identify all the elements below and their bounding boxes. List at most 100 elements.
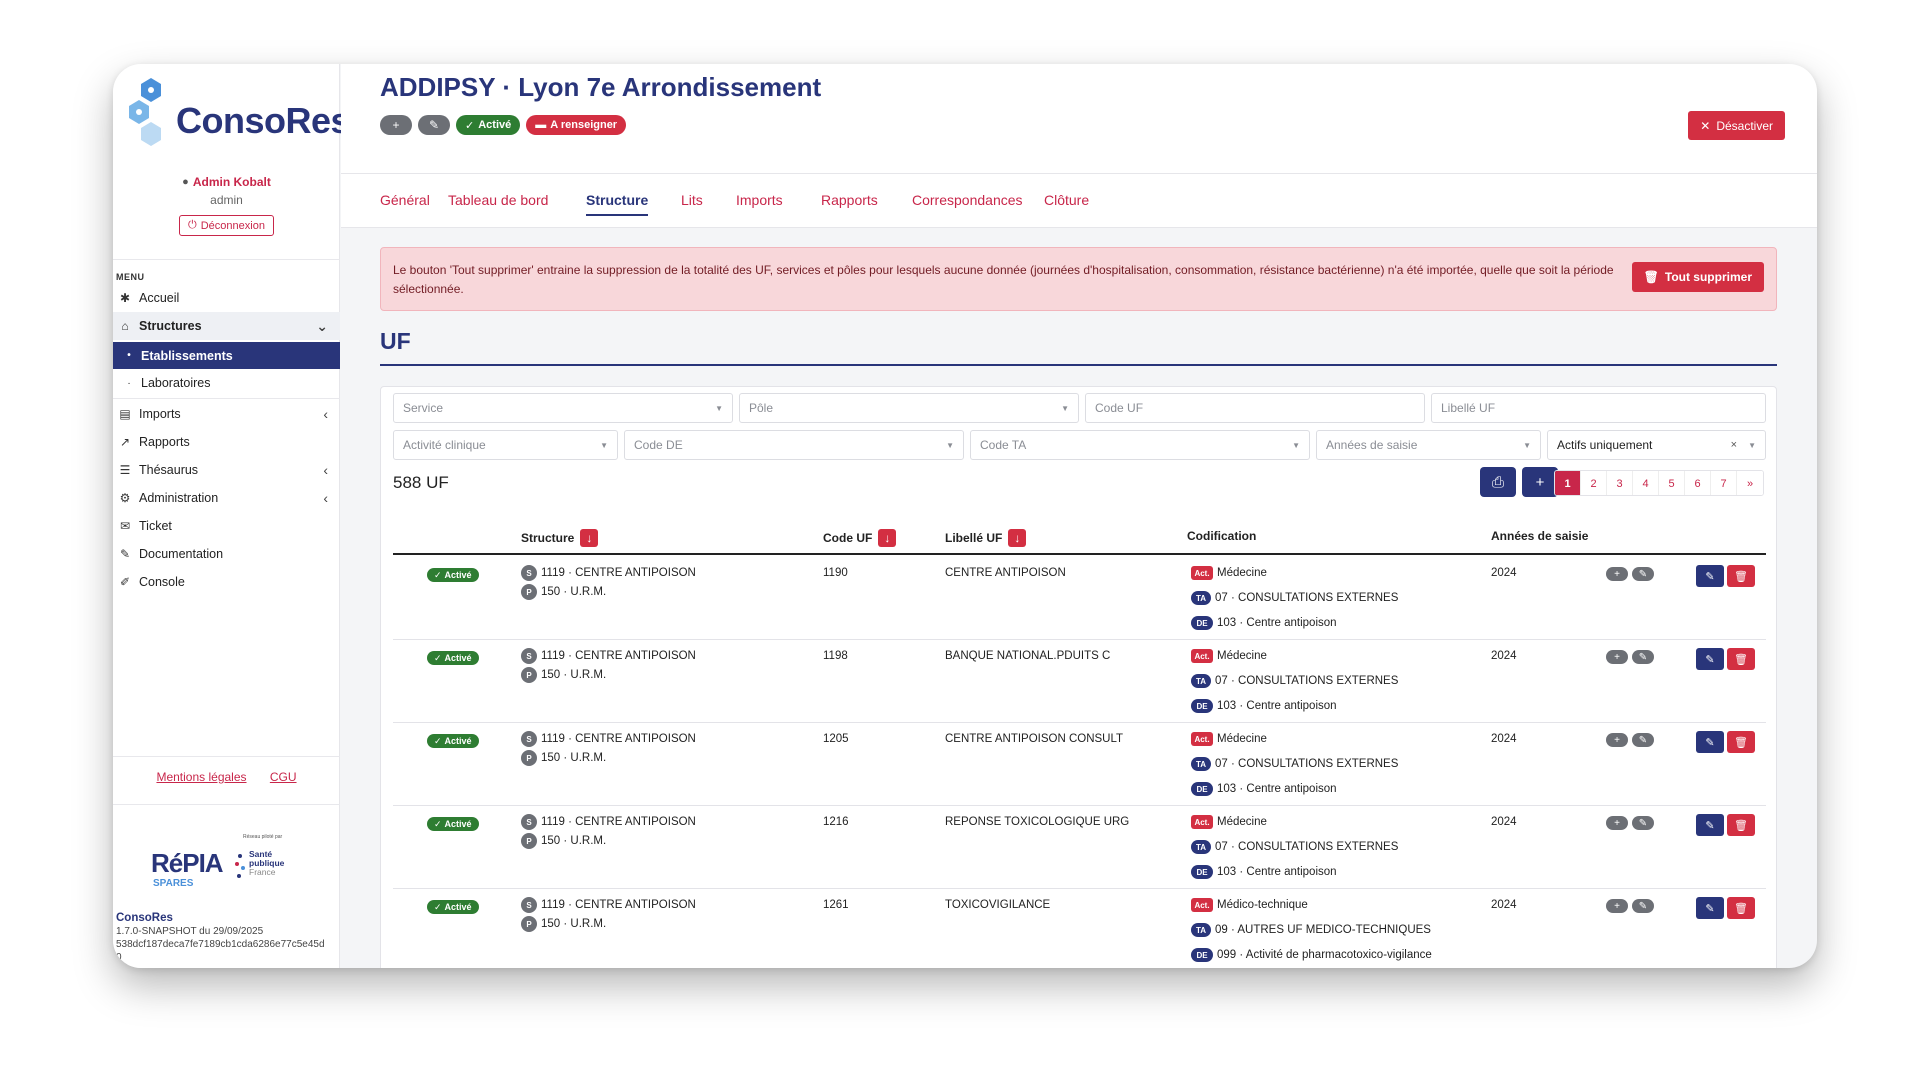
pencil-icon[interactable]: ✎ [1632, 650, 1654, 664]
sidebar-item-documentation[interactable]: ✎ Documentation [113, 540, 340, 568]
dots-logo-icon [235, 852, 245, 882]
tab-cloture[interactable]: Clôture [1044, 192, 1089, 208]
pencil-icon[interactable]: ✎ [1632, 816, 1654, 830]
sidebar-item-laboratoires[interactable]: · Laboratoires [113, 369, 340, 397]
plus-icon[interactable]: + [1606, 567, 1628, 581]
pencil-icon[interactable]: ✎ [1632, 899, 1654, 913]
sort-down-icon[interactable]: ↓ [580, 529, 599, 547]
sidebar-item-console[interactable]: ✐ Console [113, 568, 340, 596]
add-uf-button[interactable]: + [1522, 467, 1558, 497]
pagination: 1 2 3 4 5 6 7 » [1554, 470, 1764, 496]
edit-button[interactable]: ✎ [1696, 814, 1724, 836]
page-button[interactable]: 2 [1581, 471, 1607, 495]
tab-lits[interactable]: Lits [681, 192, 703, 208]
sidebar-item-thesaurus[interactable]: ☰ Thésaurus ‹ [113, 456, 340, 484]
pencil-icon[interactable]: ✎ [1632, 567, 1654, 581]
deactivate-button[interactable]: ✕ Désactiver [1688, 111, 1785, 140]
consores-logo[interactable]: ConsoRes [127, 70, 351, 170]
chevron-left-icon: ‹ [323, 462, 328, 478]
sort-down-icon[interactable]: ↓ [1008, 529, 1027, 547]
tab-correspondances[interactable]: Correspondances [912, 192, 1023, 208]
plus-icon[interactable]: + [380, 115, 412, 135]
tab-general[interactable]: Général [380, 192, 430, 208]
delete-button[interactable]: 🗑 [1727, 648, 1755, 670]
edit-button[interactable]: ✎ [1696, 897, 1724, 919]
pencil-icon[interactable]: ✎ [418, 115, 450, 135]
tab-rapports[interactable]: Rapports [821, 192, 878, 208]
act-tag: Act. [1191, 566, 1213, 580]
delete-all-button[interactable]: 🗑 Tout supprimer [1631, 262, 1764, 292]
tab-imports[interactable]: Imports [736, 192, 783, 208]
sidebar-item-structures[interactable]: ⌂ Structures ⌄ [113, 312, 340, 340]
libelle-uf-cell: CENTRE ANTIPOISON CONSULT [945, 733, 1124, 745]
status-label: Activé [444, 902, 472, 912]
pencil-icon[interactable]: ✎ [1632, 733, 1654, 747]
page-button[interactable]: 7 [1711, 471, 1737, 495]
cgu-link[interactable]: CGU [270, 770, 297, 784]
page-button[interactable]: 3 [1607, 471, 1633, 495]
alert-text: Le bouton 'Tout supprimer' entraine la s… [393, 263, 1614, 296]
wrench-icon: ✐ [119, 575, 131, 589]
sidebar-item-label: Documentation [139, 547, 224, 561]
annee-cell: 2024 [1491, 733, 1517, 745]
user-name[interactable]: ● Admin Kobalt [182, 175, 271, 189]
plus-icon: + [1535, 473, 1545, 491]
sidebar-item-label: Rapports [139, 435, 190, 449]
page-button[interactable]: 4 [1633, 471, 1659, 495]
sidebar-item-ticket[interactable]: ✉ Ticket [113, 512, 340, 540]
page-button[interactable]: 6 [1685, 471, 1711, 495]
code-de-select[interactable]: Code DE ▼ [624, 430, 964, 460]
logout-button[interactable]: ⏻ Déconnexion [179, 215, 274, 236]
trash-icon: 🗑 [1643, 270, 1659, 284]
legal-link[interactable]: Mentions légales [156, 770, 246, 784]
status-label: Activé [444, 570, 472, 580]
plus-icon[interactable]: + [1606, 816, 1628, 830]
table-row: ✓ Activé S 1119 · CENTRE ANTIPOISON P 150 · U… [393, 806, 1766, 889]
sidebar-item-imports[interactable]: ▤ Imports ‹ [113, 400, 340, 428]
tab-tableau-de-bord[interactable]: Tableau de bord [448, 192, 548, 208]
pencil-icon: ✎ [1705, 902, 1715, 915]
service-select[interactable]: Service ▼ [393, 393, 733, 423]
activite-clinique-select[interactable]: Activité clinique ▼ [393, 430, 618, 460]
clear-icon[interactable]: × [1731, 439, 1737, 451]
pole-select[interactable]: Pôle ▼ [739, 393, 1079, 423]
de-line: DE 103 · Centre antipoison [1191, 865, 1337, 879]
sidebar-item-etablissements[interactable]: • Etablissements [113, 342, 340, 369]
sidebar-item-label: Imports [139, 407, 181, 421]
sidebar-item-accueil[interactable]: ✱ Accueil [113, 284, 340, 312]
export-button[interactable]: ⎙ [1480, 467, 1516, 497]
delete-button[interactable]: 🗑 [1727, 565, 1755, 587]
code-uf-input[interactable]: Code UF [1085, 393, 1425, 423]
page-button[interactable]: 1 [1555, 471, 1581, 495]
pole-value: 150 · U.R.M. [541, 586, 607, 598]
tab-structure[interactable]: Structure [586, 192, 649, 216]
ta-line: TA 07 · CONSULTATIONS EXTERNES [1191, 840, 1398, 854]
edit-button[interactable]: ✎ [1696, 565, 1724, 587]
version-line: 1.7.0-SNAPSHOT du 29/09/2025 [116, 926, 264, 937]
next-page-button[interactable]: » [1737, 471, 1763, 495]
plus-icon[interactable]: + [1606, 899, 1628, 913]
edit-button[interactable]: ✎ [1696, 648, 1724, 670]
status-badge: ✓ Activé [427, 900, 479, 914]
check-icon: ✓ [434, 569, 442, 580]
edit-button[interactable]: ✎ [1696, 731, 1724, 753]
close-icon: ✕ [1700, 118, 1711, 133]
annees-select[interactable]: Années de saisie ▼ [1316, 430, 1541, 460]
delete-all-label: Tout supprimer [1664, 270, 1752, 284]
plus-icon[interactable]: + [1606, 733, 1628, 747]
sort-down-icon[interactable]: ↓ [878, 529, 897, 547]
delete-button[interactable]: 🗑 [1727, 814, 1755, 836]
sidebar-item-rapports[interactable]: ↗ Rapports [113, 428, 340, 456]
actifs-select[interactable]: Actifs uniquement × ▼ [1547, 430, 1766, 460]
delete-button[interactable]: 🗑 [1727, 897, 1755, 919]
sidebar-item-administration[interactable]: ⚙ Administration ‹ [113, 484, 340, 512]
plus-icon[interactable]: + [1606, 650, 1628, 664]
code-ta-select[interactable]: Code TA ▼ [970, 430, 1310, 460]
uf-count: 588 UF [393, 473, 449, 492]
page-button[interactable]: 5 [1659, 471, 1685, 495]
delete-button[interactable]: 🗑 [1727, 731, 1755, 753]
status-badge: ✓ Activé [456, 115, 521, 135]
sidebar-divider [113, 804, 340, 805]
libelle-uf-input[interactable]: Libellé UF [1431, 393, 1766, 423]
sidebar-item-label: Thésaurus [139, 463, 199, 477]
